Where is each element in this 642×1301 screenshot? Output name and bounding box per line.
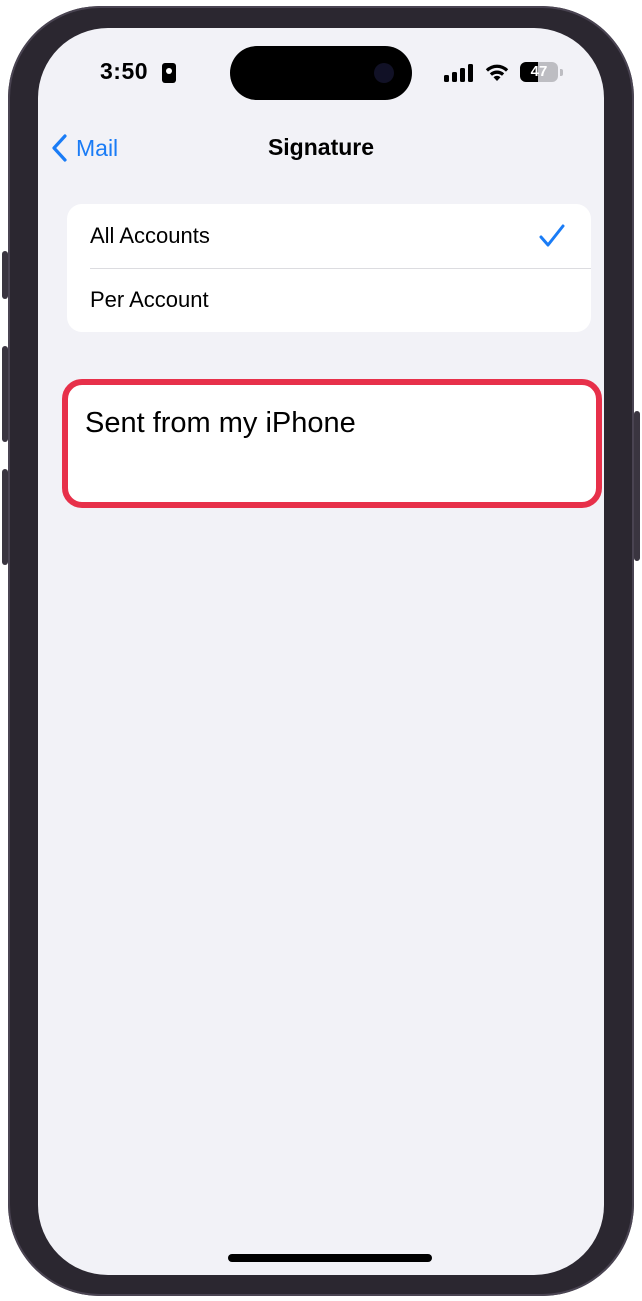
screen: 3:50 47 Mail Signature All Accounts Per … [38,28,604,1275]
battery-icon: 47 [520,62,558,82]
page-title: Signature [267,134,375,160]
cellular-signal-icon [444,62,474,82]
option-all-accounts[interactable]: All Accounts [67,204,591,268]
status-time: 3:50 [100,58,149,84]
volume-down-button [2,469,8,565]
phone-frame: 3:50 47 Mail Signature All Accounts Per … [2,6,640,1296]
signature-text-field[interactable]: Sent from my iPhone [62,379,602,508]
wifi-icon [485,64,509,81]
dynamic-island [230,46,412,100]
signature-text[interactable]: Sent from my iPhone [85,407,356,440]
signature-scope-group: All Accounts Per Account [67,204,591,332]
checkmark-icon [539,224,565,247]
option-label: All Accounts [90,223,210,248]
home-indicator[interactable] [228,1254,432,1262]
option-label: Per Account [90,287,209,312]
battery-level: 47 [530,63,548,80]
action-button [2,251,8,299]
battery-cap [560,69,563,76]
volume-up-button [2,346,8,442]
option-per-account[interactable]: Per Account [67,268,591,332]
camera-icon [374,63,394,83]
power-button [634,411,640,561]
id-card-icon [162,63,176,83]
